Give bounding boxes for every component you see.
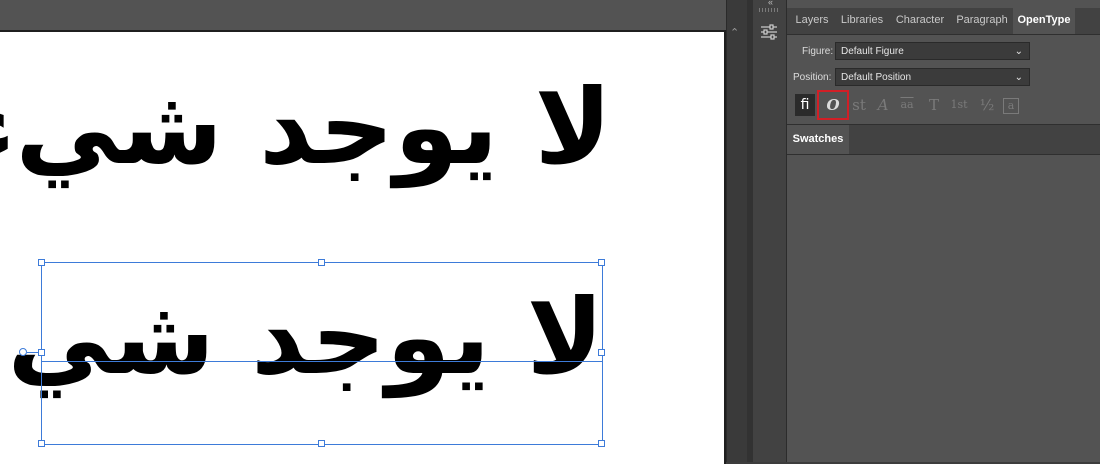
- position-select[interactable]: Default Position ⌄: [835, 68, 1030, 86]
- frame-in-port[interactable]: [19, 348, 27, 356]
- artboard[interactable]: لا يوجد شيء لا يوجد شيء: [0, 30, 726, 464]
- panel-tab-bar: Layers Libraries Character Paragraph Ope…: [787, 8, 1100, 35]
- tab-layers[interactable]: Layers: [789, 8, 835, 34]
- figure-label: Figure:: [802, 46, 834, 57]
- double-chevron-icon[interactable]: «: [768, 0, 773, 7]
- arabic-text-line-1[interactable]: لا يوجد شيء: [0, 52, 612, 202]
- handle-middle-left[interactable]: [38, 349, 45, 356]
- stylistic-alternates-button[interactable]: aa: [897, 94, 917, 116]
- handle-bottom-left[interactable]: [38, 440, 45, 447]
- handle-top-right[interactable]: [598, 259, 605, 266]
- chevron-down-icon: ⌄: [1014, 46, 1023, 57]
- handle-bottom-right[interactable]: [598, 440, 605, 447]
- figure-value: Default Figure: [841, 46, 904, 57]
- tab-swatches[interactable]: Swatches: [787, 125, 849, 154]
- tab-paragraph[interactable]: Paragraph: [951, 8, 1013, 34]
- text-frame-selection[interactable]: [41, 262, 603, 445]
- tab-opentype[interactable]: OpenType: [1013, 8, 1075, 34]
- position-value: Default Position: [841, 72, 912, 83]
- properties-sliders-icon[interactable]: [759, 22, 779, 42]
- discretionary-ligatures-button[interactable]: st: [849, 94, 869, 116]
- swatches-tab-bar: Swatches: [787, 124, 1100, 155]
- handle-bottom-middle[interactable]: [318, 440, 325, 447]
- tab-libraries[interactable]: Libraries: [835, 8, 889, 34]
- position-label: Position:: [793, 72, 832, 83]
- stylistic-sets-button[interactable]: a: [1003, 98, 1019, 114]
- swash-button[interactable]: O: [817, 90, 849, 120]
- tab-character[interactable]: Character: [889, 8, 951, 34]
- vertical-scrollbar[interactable]: ⌃: [726, 0, 747, 462]
- chevron-up-icon[interactable]: ⌃: [730, 26, 739, 39]
- dock-grip[interactable]: [759, 8, 779, 12]
- text-baseline: [41, 361, 602, 362]
- document-canvas[interactable]: لا يوجد شيء لا يوجد شيء: [0, 0, 726, 464]
- fractions-button[interactable]: ½: [977, 94, 997, 116]
- titling-alternates-button[interactable]: T: [924, 94, 944, 116]
- ordinals-button[interactable]: 1st: [949, 94, 969, 116]
- collapsed-dock: «: [753, 0, 787, 462]
- handle-top-left[interactable]: [38, 259, 45, 266]
- contextual-alternates-button[interactable]: A: [873, 94, 893, 116]
- opentype-panel: Layers Libraries Character Paragraph Ope…: [787, 0, 1100, 462]
- figure-select[interactable]: Default Figure ⌄: [835, 42, 1030, 60]
- handle-middle-right[interactable]: [598, 349, 605, 356]
- standard-ligatures-button[interactable]: fi: [795, 94, 815, 116]
- chevron-down-icon: ⌄: [1014, 72, 1023, 83]
- handle-top-middle[interactable]: [318, 259, 325, 266]
